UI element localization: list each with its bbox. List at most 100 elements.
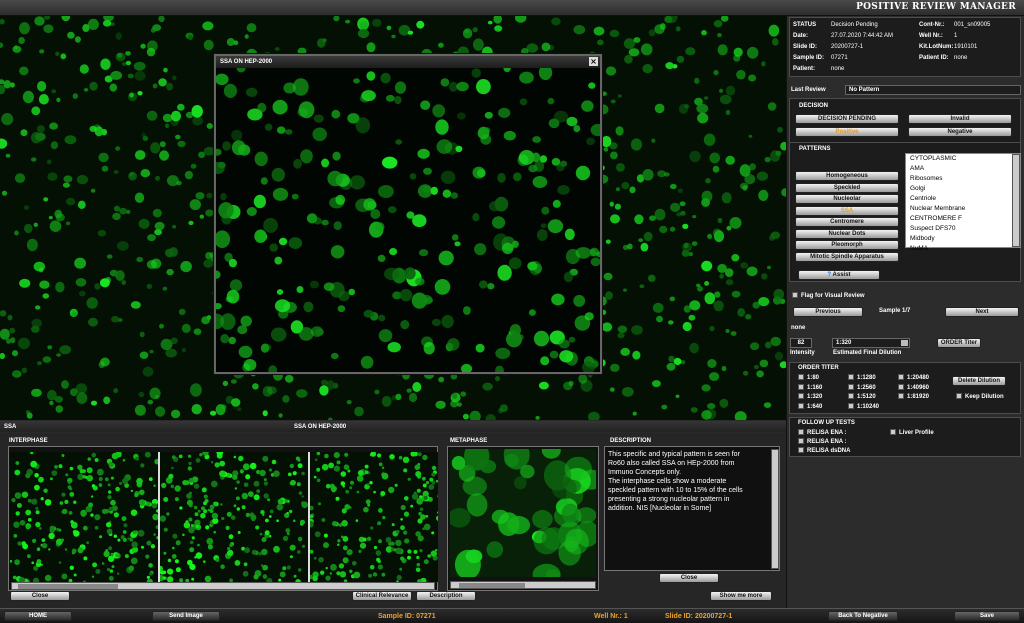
checkbox[interactable] — [798, 383, 804, 390]
clinical-relevance-button[interactable]: Clinical Relevance — [352, 591, 412, 601]
pattern-list-item[interactable]: CENTROMERE F — [908, 214, 1020, 224]
checkbox[interactable] — [798, 429, 804, 435]
patient-id-label: Patient ID: — [919, 55, 949, 61]
titer-option[interactable]: 1:2560 — [848, 383, 876, 391]
interphase-viewer[interactable] — [8, 446, 438, 591]
pattern-button[interactable]: Pleomorph — [795, 240, 899, 250]
pattern-button[interactable]: Mitotic Spindle Apparatus — [795, 251, 899, 262]
checkbox[interactable] — [798, 374, 804, 380]
titer-option[interactable]: 1:81920 — [898, 393, 929, 400]
cell-nucleus — [713, 20, 723, 28]
order-titer-button[interactable]: ORDER Titer — [937, 338, 981, 348]
pattern-button[interactable]: Speckled — [795, 182, 899, 193]
chevron-down-icon[interactable] — [901, 340, 908, 346]
metaphase-viewer[interactable] — [447, 446, 599, 591]
description-close-button[interactable]: Close — [659, 573, 719, 583]
scroll-thumb[interactable] — [18, 584, 118, 589]
negative-button[interactable]: Negative — [908, 127, 1012, 137]
checkbox[interactable] — [848, 393, 854, 399]
checkbox[interactable] — [890, 429, 896, 435]
back-to-negative-button[interactable]: Back To Negative — [828, 611, 898, 621]
checkbox[interactable] — [848, 383, 854, 390]
pattern-button[interactable]: Nucleolar — [795, 194, 899, 204]
assist-button[interactable]: ? Assist — [798, 270, 880, 280]
cell-nucleus — [250, 514, 257, 521]
pattern-button[interactable]: Nuclear Dots — [795, 228, 899, 239]
pattern-list-item[interactable]: Golgi — [908, 184, 1020, 194]
liver-profile[interactable]: Liver Profile — [890, 429, 934, 436]
pattern-button[interactable]: Centromere — [795, 217, 899, 227]
pattern-list-item[interactable]: Centriole — [908, 194, 1020, 204]
checkbox[interactable] — [898, 374, 904, 380]
interphase-thumbnail[interactable] — [157, 452, 308, 582]
positive-button[interactable]: Positive — [795, 127, 899, 137]
save-button[interactable]: Save — [954, 611, 1020, 621]
checkbox[interactable] — [848, 374, 854, 380]
titer-option[interactable]: 1:20480 — [898, 374, 929, 381]
titer-option[interactable]: 1:10240 — [848, 402, 879, 410]
pattern-list-item[interactable]: CYTOPLASMIC — [908, 154, 1020, 164]
interphase-thumbnail[interactable] — [307, 452, 438, 582]
checkbox[interactable] — [898, 393, 904, 399]
titer-option[interactable]: 1:40960 — [898, 383, 929, 391]
next-button[interactable]: Next — [945, 307, 1019, 317]
titer-option[interactable]: 1:320 — [798, 393, 822, 400]
cell-nucleus — [407, 549, 412, 554]
scroll-thumb[interactable] — [459, 583, 525, 588]
previous-button[interactable]: Previous — [793, 307, 863, 317]
cell-nucleus — [584, 312, 594, 321]
close-icon[interactable]: × — [589, 57, 598, 66]
description-box[interactable]: This specific and typical pattern is see… — [604, 446, 780, 571]
titer-option[interactable]: 1:160 — [798, 383, 822, 391]
pattern-list-item[interactable]: Ribosomes — [908, 174, 1020, 184]
pattern-list-item[interactable]: AMA — [908, 164, 1020, 174]
delete-dilution-button[interactable]: Delete Dilution — [952, 376, 1006, 386]
follow-up-item[interactable]: RELISA dsDNA — [798, 447, 850, 454]
pattern-button[interactable]: Homogeneous — [795, 171, 899, 181]
cell-nucleus — [454, 241, 461, 247]
checkbox[interactable] — [956, 393, 962, 399]
checkbox[interactable] — [848, 402, 854, 409]
dilution-select[interactable]: 1:320 — [832, 338, 910, 348]
cell-nucleus — [432, 104, 446, 118]
pattern-listbox[interactable]: CYTOPLASMIC AMA Ribosomes Golgi Centriole Nuc… — [905, 153, 1021, 252]
flag-visual-review[interactable]: Flag for Visual Review — [792, 292, 865, 299]
follow-up-item[interactable]: RELISA ENA : — [798, 429, 847, 436]
show-me-more-button[interactable]: Show me more — [710, 591, 772, 601]
checkbox[interactable] — [792, 292, 798, 298]
invalid-button[interactable]: Invalid — [908, 114, 1012, 124]
cell-nucleus — [541, 42, 551, 52]
keep-dilution[interactable]: Keep Dilution — [956, 393, 1004, 400]
metaphase-scrollbar[interactable] — [450, 581, 596, 589]
decision-pending-button[interactable]: DECISION PENDING — [795, 114, 899, 124]
checkbox[interactable] — [798, 393, 804, 399]
cell-nucleus — [395, 539, 402, 547]
checkbox[interactable] — [798, 438, 804, 444]
interphase-scrollbar[interactable] — [11, 582, 435, 590]
cell-nucleus — [403, 468, 408, 473]
description-scrollbar[interactable] — [771, 449, 779, 569]
titer-option[interactable]: 1:640 — [798, 402, 822, 410]
home-button[interactable]: HOME — [4, 611, 72, 621]
cell-nucleus — [400, 320, 410, 330]
cell-nucleus — [337, 539, 341, 543]
pattern-list-item[interactable]: Nuclear Membrane — [908, 204, 1020, 214]
description-button[interactable]: Description — [416, 591, 476, 601]
interphase-close-button[interactable]: Close — [10, 591, 70, 601]
pattern-list-item[interactable]: NuMA — [908, 244, 1020, 254]
checkbox[interactable] — [798, 402, 804, 409]
pattern-list-item[interactable]: Suspect DFS70 — [908, 224, 1020, 234]
pattern-popup[interactable]: SSA ON HEP-2000 × — [214, 54, 602, 374]
titer-option[interactable]: 1:5120 — [848, 393, 876, 400]
titer-option[interactable]: 1:1280 — [848, 374, 876, 381]
checkbox[interactable] — [898, 383, 904, 390]
pattern-list-scrollbar[interactable] — [1012, 154, 1020, 247]
cell-nucleus — [323, 282, 335, 291]
checkbox[interactable] — [798, 447, 804, 453]
pattern-list-item[interactable]: Midbody — [908, 234, 1020, 244]
pattern-button[interactable]: SSA — [795, 205, 899, 216]
interphase-thumbnail[interactable] — [10, 452, 160, 582]
titer-option[interactable]: 1:80 — [798, 374, 819, 381]
follow-up-item[interactable]: RELISA ENA : — [798, 438, 847, 445]
send-image-button[interactable]: Send Image — [152, 611, 220, 621]
